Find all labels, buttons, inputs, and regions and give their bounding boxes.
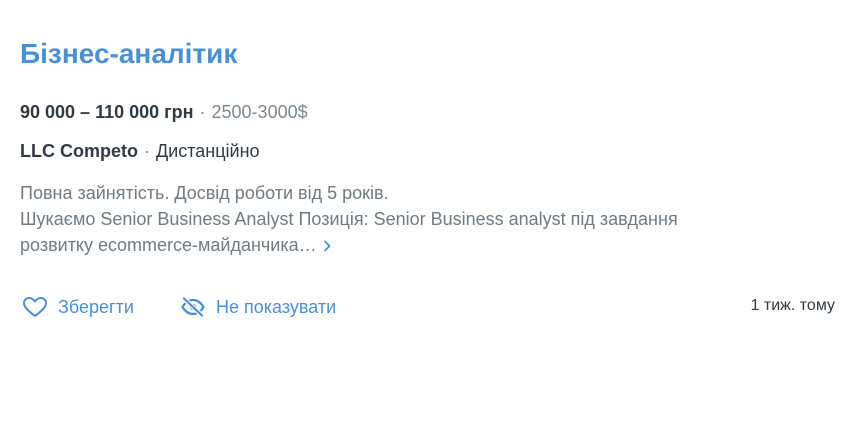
company-name: LLC Competo xyxy=(20,141,138,161)
separator-dot: · xyxy=(143,141,150,161)
separator-dot: · xyxy=(199,102,206,122)
salary-uah: 90 000 – 110 000 грн xyxy=(20,102,194,122)
vacancy-description: Повна зайнятість. Досвід роботи від 5 ро… xyxy=(20,180,835,258)
vacancy-actions: Зберегти Не показувати 1 тиж. тому xyxy=(20,292,835,322)
chevron-right-icon xyxy=(323,240,331,252)
vacancy-title-link[interactable]: Бізнес-аналітик xyxy=(20,38,237,70)
description-text: розвитку ecommerce-майданчика… xyxy=(20,235,317,255)
heart-icon xyxy=(22,296,48,318)
job-location: Дистанційно xyxy=(155,141,260,161)
description-line: Повна зайнятість. Досвід роботи від 5 ро… xyxy=(20,183,389,203)
save-label: Зберегти xyxy=(58,296,134,317)
posted-time: 1 тиж. тому xyxy=(750,297,835,314)
description-line: Шукаємо Senior Business Analyst Позиція:… xyxy=(20,209,678,229)
salary-row: 90 000 – 110 000 грн · 2500-3000$ xyxy=(20,102,308,123)
read-more-link[interactable] xyxy=(317,232,331,258)
save-button[interactable]: Зберегти xyxy=(22,292,134,322)
hide-label: Не показувати xyxy=(216,296,337,317)
description-line: розвитку ecommerce-майданчика… xyxy=(20,232,835,258)
salary-usd: 2500-3000$ xyxy=(211,102,308,122)
hide-button[interactable]: Не показувати xyxy=(180,292,336,322)
company-row: LLC Competo · Дистанційно xyxy=(20,141,260,162)
eye-slash-icon xyxy=(180,296,206,318)
